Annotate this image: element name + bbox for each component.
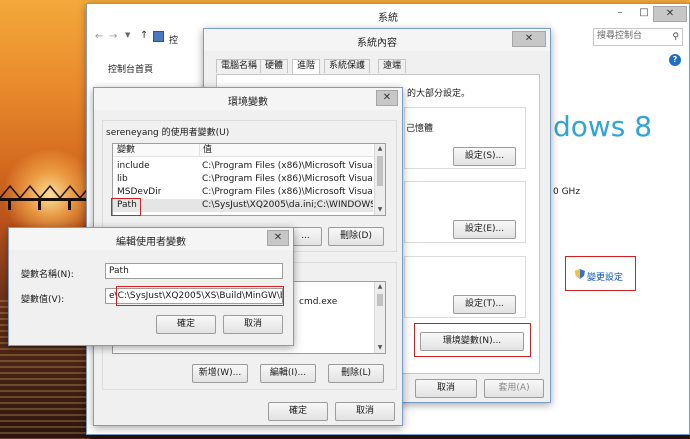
tab-system-protection[interactable]: 系統保護 (324, 59, 371, 73)
sysprops-close-button[interactable]: ✕ (512, 31, 546, 47)
column-header-value[interactable]: 值 (199, 144, 212, 157)
var-value: C:\Program Files (x86)\Microsoft Visual … (202, 187, 373, 197)
system-titlebar: 系統 – □ ✕ (87, 4, 689, 26)
scroll-down-icon[interactable]: ▼ (375, 205, 385, 215)
editvar-cancel-button[interactable]: 取消 (223, 315, 283, 334)
var-value: cmd.exe (299, 297, 338, 307)
close-button[interactable]: ✕ (653, 6, 687, 22)
tab-remote[interactable]: 遠端 (378, 59, 407, 73)
table-row[interactable]: lib C:\Program Files (x86)\Microsoft Vis… (113, 173, 373, 186)
user-vars-list[interactable]: 變數 值 include C:\Program Files (x86)\Micr… (112, 143, 386, 216)
address-prefix[interactable]: 控 (169, 33, 178, 46)
sysprops-apply-button[interactable]: 套用(A) (484, 379, 544, 398)
var-name: include (117, 161, 150, 171)
system-delete-button[interactable]: 刪除(L) (328, 364, 384, 383)
tab-advanced[interactable]: 進階 (292, 59, 321, 74)
variable-name-value: Path (109, 266, 129, 276)
forward-arrow-icon[interactable]: → (109, 31, 117, 42)
tab-hardware[interactable]: 硬體 (260, 59, 289, 73)
edit-user-variable-dialog: 編輯使用者變數 ✕ 變數名稱(N): Path 變數值(V): e\C:\Sys… (8, 227, 294, 346)
variable-value-highlight (116, 286, 284, 306)
sysprops-intro-text: 的大部分設定。 (407, 89, 471, 99)
sysprops-title: 系統內容 (357, 38, 397, 49)
performance-text: 己憶體 (406, 124, 434, 134)
maximize-button[interactable]: □ (633, 6, 655, 22)
editvar-title: 編輯使用者變數 (116, 237, 186, 248)
environment-variables-button[interactable]: 環境變數(N)... (420, 332, 524, 351)
back-arrow-icon[interactable]: ← (95, 31, 103, 42)
variable-name-label: 變數名稱(N): (21, 270, 74, 280)
performance-settings-button[interactable]: 設定(S)... (453, 147, 516, 166)
variable-name-input[interactable]: Path (105, 263, 283, 279)
system-title: 系統 (378, 13, 398, 24)
table-row[interactable]: MSDevDir C:\Program Files (x86)\Microsof… (113, 186, 373, 199)
user-vars-scrollbar[interactable]: ▲ ▼ (374, 144, 385, 215)
help-icon[interactable]: ? (669, 54, 681, 66)
editvar-titlebar: 編輯使用者變數 ✕ (9, 228, 293, 250)
envvars-title: 環境變數 (228, 97, 268, 108)
sidebar-control-panel-home[interactable]: 控制台首頁 (108, 62, 153, 75)
variable-value-label: 變數值(V): (21, 295, 65, 305)
search-icon: ⚲ (672, 32, 679, 42)
scroll-up-icon[interactable]: ▲ (375, 282, 385, 292)
minimize-button[interactable]: – (609, 6, 631, 22)
column-header-variable[interactable]: 變數 (117, 144, 135, 157)
system-edit-button[interactable]: 編輯(I)... (260, 364, 316, 383)
bridge-silhouette (0, 184, 90, 210)
sysprops-tabs: 電腦名稱 硬體 進階 系統保護 遠端 (216, 59, 536, 75)
table-row[interactable]: include C:\Program Files (x86)\Microsoft… (113, 160, 373, 173)
cpu-speed-text: 0 GHz (553, 187, 581, 197)
var-name: lib (117, 174, 128, 184)
recent-chevron-icon[interactable]: ▼ (125, 31, 130, 39)
windows-8-brand: dows 8 (553, 110, 653, 143)
user-vars-label: sereneyang 的使用者變數(U) (106, 128, 230, 138)
sysprops-titlebar: 系統內容 ✕ (204, 29, 550, 51)
up-arrow-icon[interactable]: ↑ (140, 30, 148, 41)
change-settings-link[interactable]: 變更設定 (587, 270, 623, 283)
editvar-close-button[interactable]: ✕ (267, 230, 289, 246)
sysprops-cancel-button[interactable]: 取消 (415, 379, 477, 398)
search-box[interactable]: 搜尋控制台 ⚲ (593, 28, 683, 46)
control-panel-icon (153, 31, 164, 42)
var-value: C:\Program Files (x86)\Microsoft Visual … (202, 161, 373, 171)
system-vars-scrollbar[interactable]: ▲ ▼ (374, 282, 385, 353)
var-value: C:\SysJust\XQ2005\da.ini;C:\WINDOWS\s... (202, 200, 373, 210)
user-delete-button[interactable]: 刪除(D) (328, 227, 384, 246)
scroll-down-icon[interactable]: ▼ (375, 343, 385, 353)
profile-settings-button[interactable]: 設定(E)... (453, 220, 516, 239)
tab-computer-name[interactable]: 電腦名稱 (216, 59, 263, 73)
shield-icon (575, 269, 585, 279)
list-header: 變數 值 (113, 144, 373, 157)
scroll-up-icon[interactable]: ▲ (375, 144, 385, 154)
scroll-thumb[interactable] (377, 294, 383, 306)
startup-settings-button[interactable]: 設定(T)... (453, 295, 516, 314)
var-value: C:\Program Files (x86)\Microsoft Visual … (202, 174, 373, 184)
system-new-button[interactable]: 新增(W)... (192, 364, 248, 383)
envvars-cancel-button[interactable]: 取消 (335, 402, 395, 421)
editvar-ok-button[interactable]: 確定 (156, 315, 216, 334)
envvars-ok-button[interactable]: 確定 (268, 402, 328, 421)
search-placeholder: 搜尋控制台 (597, 31, 643, 41)
envvars-close-button[interactable]: ✕ (376, 90, 398, 106)
envvars-titlebar: 環境變數 ✕ (94, 88, 402, 110)
path-row-highlight (111, 198, 141, 216)
scroll-thumb[interactable] (377, 156, 383, 186)
table-row-selected[interactable]: Path C:\SysJust\XQ2005\da.ini;C:\WINDOWS… (113, 199, 373, 212)
